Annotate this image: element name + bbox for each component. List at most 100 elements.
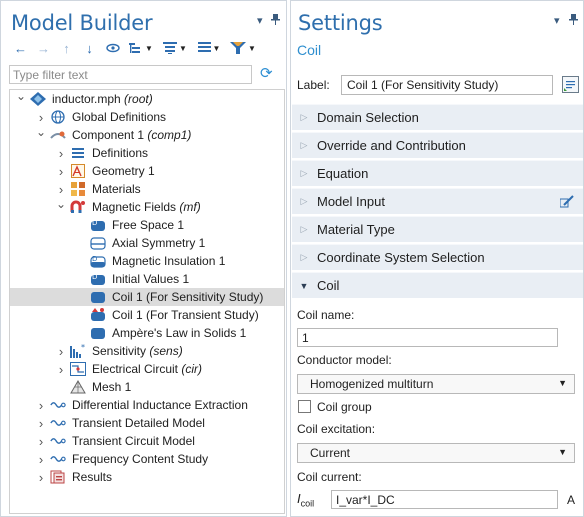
chevron-right-icon[interactable]: › — [56, 360, 66, 378]
tree-item[interactable]: D Initial Values 1 — [10, 270, 284, 288]
tree-item-text: Global Definitions — [72, 110, 167, 124]
conductor-model-select[interactable]: Homogenized multiturn ▼ — [297, 374, 575, 394]
tree-item[interactable]: Mesh 1 — [10, 378, 284, 396]
panel-menu-icon[interactable]: ▾ — [554, 14, 560, 27]
tree-item[interactable]: D Magnetic Insulation 1 — [10, 252, 284, 270]
pin-icon[interactable] — [271, 14, 280, 28]
coil-name-input[interactable]: 1 — [297, 328, 558, 347]
tree-item-label: Materials — [92, 182, 141, 196]
panel-menu-icon[interactable]: ▾ — [257, 14, 263, 27]
list-view-icon[interactable]: ▼ — [192, 38, 226, 58]
expand-icon[interactable]: ▼ — [158, 38, 192, 58]
tree-item-label: Component 1 (comp1) — [72, 128, 191, 142]
tree-item-text: Electrical Circuit — [92, 362, 179, 376]
section-header[interactable]: ▷ Domain Selection — [292, 104, 583, 130]
chevron-right-icon[interactable]: › — [56, 144, 66, 162]
tree-item[interactable]: › Transient Circuit Model — [10, 432, 284, 450]
results-icon — [50, 470, 66, 484]
tree-item[interactable]: › Differential Inductance Extraction — [10, 396, 284, 414]
coil-current-label: Coil current: — [297, 470, 362, 484]
tree-item-text: Coil 1 (For Sensitivity Study) — [112, 290, 264, 304]
tree-item[interactable]: ⌄ Magnetic Fields (mf) — [10, 195, 284, 216]
chevron-down-icon[interactable]: ⌄ — [16, 90, 26, 105]
tree-item[interactable]: Ampère's Law in Solids 1 — [10, 324, 284, 342]
section-header[interactable]: ▷ Model Input — [292, 188, 583, 214]
coil-current-input[interactable]: I_var*I_DC — [331, 490, 558, 509]
tree-item[interactable]: Axial Symmetry 1 — [10, 234, 284, 252]
tree-item-text: Coil 1 (For Transient Study) — [112, 308, 259, 322]
move-down-icon[interactable]: ↓ — [78, 38, 101, 58]
tree-item-text: Magnetic Insulation 1 — [112, 254, 226, 268]
back-arrow-icon[interactable]: ← — [9, 38, 32, 58]
collapse-all-icon[interactable]: ▼ — [124, 38, 158, 58]
move-up-icon[interactable]: ↑ — [55, 38, 78, 58]
tree-item[interactable]: › Definitions — [10, 144, 284, 162]
chevron-right-icon[interactable]: › — [36, 468, 46, 486]
label-row: Label: Coil 1 (For Sensitivity Study) — [297, 75, 582, 95]
refresh-icon[interactable]: ⟳ — [260, 64, 273, 82]
tree-item[interactable]: ⌄ Component 1 (comp1) — [10, 123, 284, 144]
show-icon[interactable] — [101, 38, 124, 58]
tree-item[interactable]: › Transient Detailed Model — [10, 414, 284, 432]
tree-item[interactable]: › Global Definitions — [10, 108, 284, 126]
chevron-right-icon: ▷ — [300, 168, 308, 178]
section-header[interactable]: ▷ Coordinate System Selection — [292, 244, 583, 270]
tree-item-text: Axial Symmetry 1 — [112, 236, 206, 250]
chevron-right-icon[interactable]: › — [36, 450, 46, 468]
tree-item[interactable]: › Frequency Content Study — [10, 450, 284, 468]
coil-excitation-select[interactable]: Current ▼ — [297, 443, 575, 463]
chevron-right-icon[interactable]: › — [56, 342, 66, 360]
tree-item[interactable]: D Free Space 1 — [10, 216, 284, 234]
section-header[interactable]: ▷ Equation — [292, 160, 583, 186]
tree-item-text: Magnetic Fields — [92, 200, 177, 214]
tree-item[interactable]: › Results — [10, 468, 284, 486]
chevron-right-icon[interactable]: › — [56, 162, 66, 180]
pin-icon[interactable] — [569, 14, 578, 28]
edit-icon[interactable] — [559, 195, 574, 212]
tree-item-text: Free Space 1 — [112, 218, 185, 232]
coil-transient-icon — [90, 308, 106, 322]
tree-item[interactable]: › Electrical Circuit (cir) — [10, 360, 284, 378]
svg-text:D: D — [92, 273, 97, 281]
tree-item[interactable]: › * Sensitivity (sens) — [10, 342, 284, 360]
funnel-filter-icon[interactable]: ▼ — [226, 38, 260, 58]
filter-input[interactable]: Type filter text — [9, 65, 252, 84]
tree-item[interactable]: Coil 1 (For Sensitivity Study) — [10, 288, 284, 306]
tree-item[interactable]: Coil 1 (For Transient Study) — [10, 306, 284, 324]
label-input[interactable]: Coil 1 (For Sensitivity Study) — [341, 75, 553, 95]
label-node-icon[interactable] — [562, 76, 579, 93]
tree-item[interactable]: › Geometry 1 — [10, 162, 284, 180]
tree-item-label: Coil 1 (For Transient Study) — [112, 308, 259, 322]
initial-values-icon: D — [90, 272, 106, 286]
section-header[interactable]: ▷ Override and Contribution — [292, 132, 583, 158]
chevron-right-icon: ▷ — [300, 252, 308, 262]
forward-arrow-icon[interactable]: → — [32, 38, 55, 58]
chevron-right-icon[interactable]: › — [36, 396, 46, 414]
tree-item-label: Magnetic Insulation 1 — [112, 254, 225, 268]
materials-icon — [70, 182, 86, 196]
axial-symmetry-icon — [90, 236, 106, 250]
chevron-down-icon[interactable]: ⌄ — [36, 123, 46, 141]
tree-item[interactable]: ⌄ inductor.mph (root) — [10, 90, 284, 108]
coil-excitation-label: Coil excitation: — [297, 422, 376, 436]
section-header[interactable]: ▷ Material Type — [292, 216, 583, 242]
coil-icon — [90, 290, 106, 304]
chevron-right-icon[interactable]: › — [36, 414, 46, 432]
tree-item-text: Definitions — [92, 146, 149, 160]
tree-item-text: Initial Values 1 — [112, 272, 190, 286]
chevron-down-icon[interactable]: ⌄ — [56, 195, 66, 213]
tree-item[interactable]: › Materials — [10, 180, 284, 198]
tree-item-text: inductor.mph — [52, 92, 121, 106]
chevron-right-icon[interactable]: › — [36, 432, 46, 450]
tree-item-text: Mesh 1 — [92, 380, 132, 394]
chevron-down-icon: ▼ — [558, 378, 567, 388]
model-builder-title: Model Builder — [11, 11, 153, 35]
conductor-model-value: Homogenized multiturn — [310, 377, 434, 391]
coil-group-checkbox[interactable] — [298, 400, 311, 413]
tree-item-label: Global Definitions — [72, 110, 166, 124]
tree-item-label: Geometry 1 — [92, 164, 155, 178]
section-header[interactable]: ▼ Coil — [292, 272, 583, 298]
